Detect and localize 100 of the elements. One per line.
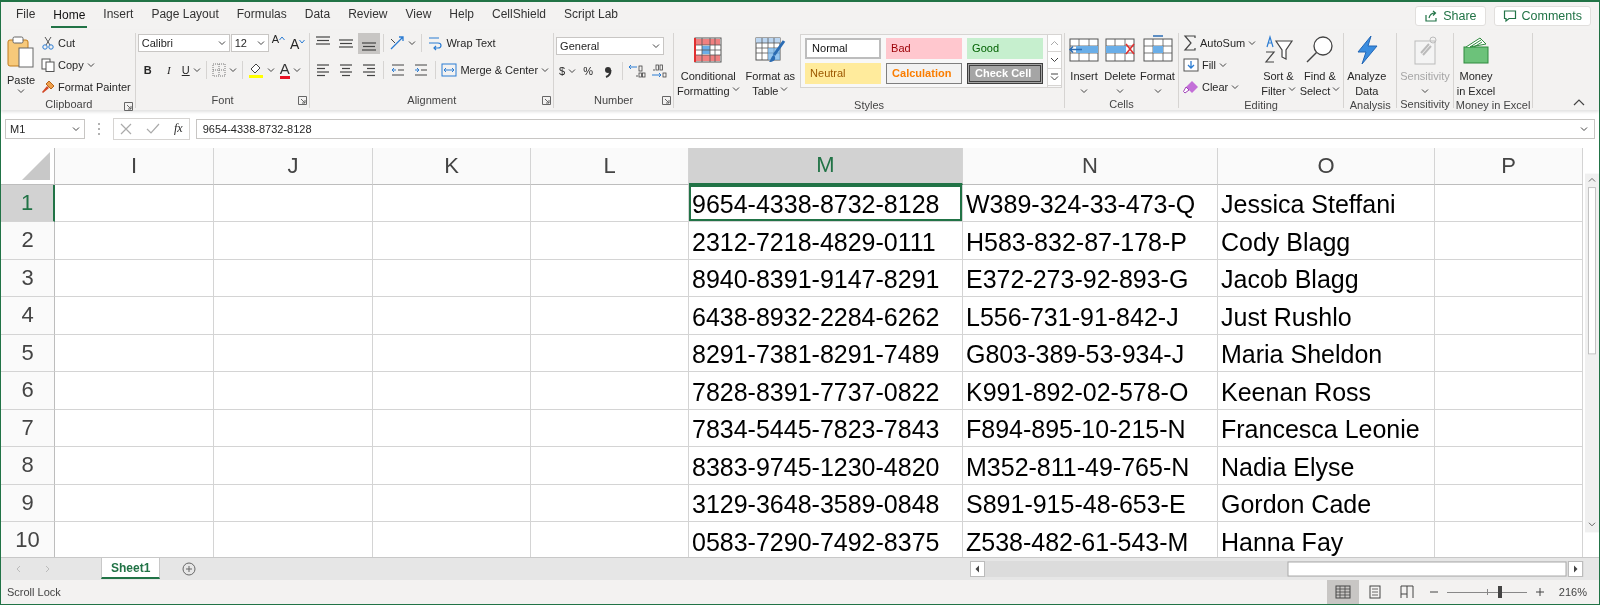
share-button[interactable]: Share <box>1415 5 1486 26</box>
table-cell: 6438-8932-2284-6262 <box>689 297 963 335</box>
autosum-button[interactable]: AutoSum <box>1180 32 1259 54</box>
column-header[interactable]: J <box>214 147 373 185</box>
row-header[interactable]: 1 <box>1 184 55 223</box>
comments-button[interactable]: Comments <box>1493 5 1591 26</box>
table-cell: M352-811-49-765-N <box>963 447 1218 485</box>
cancel-button[interactable] <box>120 122 132 135</box>
delete-button[interactable]: Delete <box>1103 32 1138 98</box>
row-header[interactable]: 4 <box>1 297 55 335</box>
font-size-dropdown[interactable]: 12 <box>230 34 269 53</box>
horizontal-scrollbar[interactable] <box>970 561 1584 578</box>
dialog-launcher-icon[interactable] <box>542 95 552 105</box>
column-header[interactable]: L <box>531 147 689 185</box>
analyze-data-button[interactable]: Analyze Data <box>1346 32 1388 99</box>
merge-center-button[interactable]: Merge & Center <box>439 59 552 81</box>
collapse-ribbon-icon[interactable] <box>1573 97 1585 106</box>
dialog-launcher-icon[interactable] <box>662 95 671 105</box>
row-header[interactable]: 7 <box>1 409 55 448</box>
angled-text-icon <box>389 35 406 52</box>
font-color-button[interactable]: A <box>277 59 303 81</box>
bold-button[interactable]: B <box>137 59 158 81</box>
caret-icon <box>1231 84 1240 91</box>
fill-button[interactable]: Fill <box>1180 54 1259 76</box>
ribbon-tab[interactable]: Data <box>295 3 340 29</box>
find-select-button[interactable]: Find & Select <box>1298 32 1342 99</box>
dialog-launcher-icon[interactable] <box>123 101 133 111</box>
italic-button[interactable]: I <box>158 59 179 81</box>
wrap-icon <box>427 35 444 52</box>
dialog-launcher-icon[interactable] <box>298 95 308 105</box>
font-name-dropdown[interactable]: Calibri <box>137 34 230 53</box>
enter-button[interactable] <box>146 122 160 135</box>
align-center-icon <box>338 62 355 79</box>
chevron-up-icon <box>1050 39 1060 46</box>
number-format-dropdown[interactable]: General <box>556 36 665 55</box>
cell-style-option[interactable]: Good <box>967 37 1044 59</box>
row-header[interactable]: 3 <box>1 259 55 298</box>
zoom-in-icon[interactable] <box>1534 587 1545 597</box>
format-as-table-button[interactable]: Format as Table <box>744 32 797 99</box>
ribbon-tab[interactable]: Script Lab <box>555 3 628 29</box>
chevron-down-icon <box>1050 56 1060 63</box>
ribbon-tab[interactable]: Insert <box>94 3 143 29</box>
row-header[interactable]: 6 <box>1 372 55 410</box>
column-header[interactable]: K <box>373 147 531 185</box>
insert-button[interactable]: Insert <box>1067 32 1102 98</box>
format-button[interactable]: Format <box>1139 32 1176 98</box>
dots-handle-icon[interactable] <box>97 121 101 136</box>
clear-button[interactable]: Clear <box>1180 76 1259 98</box>
ribbon-tab[interactable]: Page Layout <box>142 3 228 29</box>
row-header[interactable]: 10 <box>1 522 55 558</box>
currency-button[interactable]: $ <box>556 60 580 82</box>
group-label: Money in Excel <box>1455 98 1531 111</box>
vertical-align-button[interactable] <box>358 32 381 54</box>
sheet-tab[interactable]: Sheet1 <box>101 558 161 580</box>
decrease-font-size-button[interactable]: A <box>288 32 308 54</box>
table-cell: Gordon Cade <box>1218 484 1435 523</box>
sort-filter-button[interactable]: Sort & Filter <box>1260 32 1297 99</box>
ribbon-tab[interactable]: Formulas <box>227 3 296 29</box>
row-header[interactable]: 8 <box>1 447 55 485</box>
eraser-icon <box>1182 79 1199 96</box>
row-header[interactable]: 2 <box>1 222 55 260</box>
column-header[interactable]: I <box>55 147 214 185</box>
wrap-text-button[interactable]: Wrap Text <box>425 32 498 54</box>
add-sheet-icon[interactable] <box>182 562 197 577</box>
format-painter-button[interactable]: Format Painter <box>39 76 133 98</box>
formula-input[interactable]: 9654-4338-8732-8128 <box>195 118 1595 139</box>
cell-style-option[interactable]: Normal <box>805 37 882 59</box>
row-header[interactable]: 9 <box>1 484 55 523</box>
caret-icon <box>1153 87 1162 94</box>
ribbon-tab[interactable]: View <box>396 3 441 29</box>
cell-style-option[interactable]: Bad <box>886 37 963 59</box>
caret-icon <box>568 68 577 75</box>
ribbon-tab[interactable]: CellShield <box>483 3 555 29</box>
decimal-arrow-left-icon <box>628 63 646 80</box>
ribbon-tab[interactable]: Home <box>51 3 88 29</box>
zoom-level[interactable]: 216% <box>1550 586 1599 598</box>
column-header[interactable]: N <box>963 147 1218 185</box>
name-box[interactable]: M1 <box>5 118 85 139</box>
table-cell: 2312-7218-4829-0111 <box>689 222 963 260</box>
percent-button[interactable]: % <box>580 60 596 82</box>
sort-funnel-icon <box>1262 34 1295 65</box>
conditional-formatting-button[interactable]: Conditional Formatting <box>676 32 741 99</box>
money-in-excel-button[interactable]: Money in Excel <box>1455 32 1497 99</box>
paste-button[interactable]: Paste <box>5 32 37 98</box>
column-header[interactable]: P <box>1435 147 1583 185</box>
copy-button[interactable]: Copy <box>39 54 133 76</box>
caret-icon <box>1116 87 1125 94</box>
column-header[interactable]: O <box>1218 147 1435 185</box>
ribbon-tab[interactable]: Help <box>440 3 483 29</box>
underline-button[interactable]: U <box>179 59 203 81</box>
increase-font-size-button[interactable]: A <box>269 32 288 54</box>
normal-view-button[interactable] <box>1326 580 1359 604</box>
insert-function-button[interactable]: fx <box>174 121 183 137</box>
ribbon-tab[interactable]: Review <box>339 3 397 29</box>
column-header[interactable]: M <box>689 147 963 185</box>
cut-button[interactable]: Cut <box>39 32 133 54</box>
row-header[interactable]: 5 <box>1 334 55 373</box>
caret-icon <box>408 40 417 47</box>
cell-style-option[interactable]: Neutral <box>805 62 882 84</box>
ribbon-tab[interactable]: File <box>7 3 45 29</box>
